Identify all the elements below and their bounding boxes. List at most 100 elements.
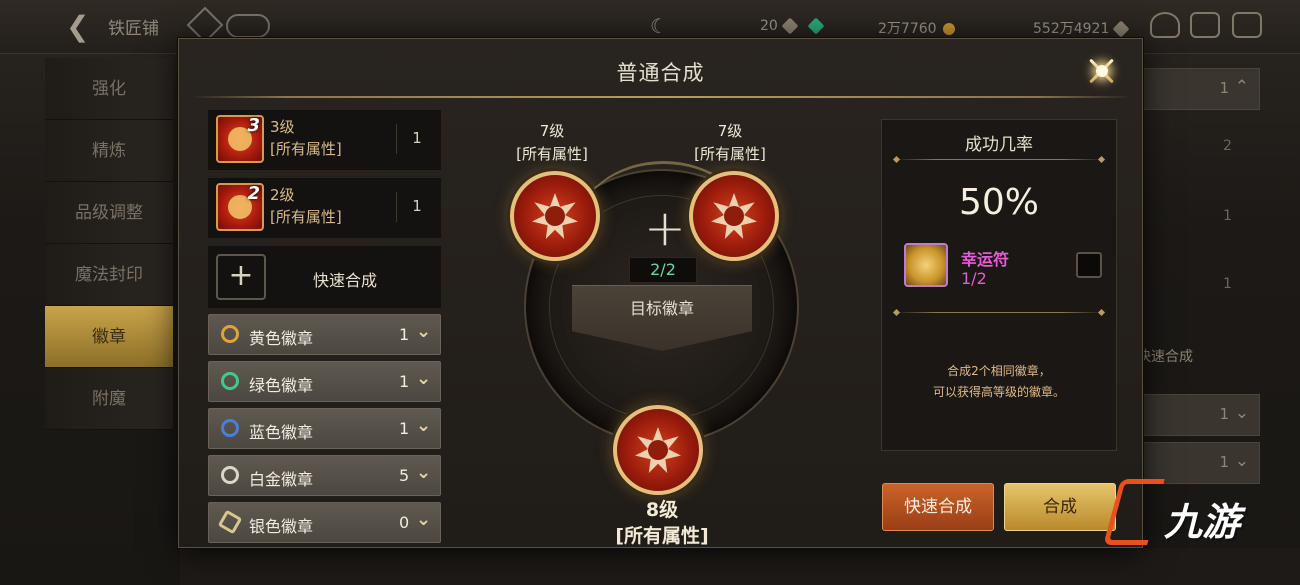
- badge-filter-name: 蓝色徽章: [249, 423, 314, 442]
- currency-1: 20: [760, 17, 825, 35]
- logo-mark-icon: [1103, 479, 1165, 545]
- divider: [396, 192, 397, 222]
- currency-1-value: 20: [760, 18, 778, 34]
- slot-right-label: 7级 [所有属性]: [670, 120, 790, 166]
- chat-bubble-icon[interactable]: [1232, 12, 1262, 38]
- hexagon-icon: [217, 509, 243, 535]
- yellow-circle-icon: [221, 325, 239, 343]
- moon-icon: ☾: [650, 14, 668, 38]
- result-label: 8级 [所有属性]: [599, 497, 725, 549]
- slot-progress: 2/2: [629, 257, 697, 283]
- badge-filter-name: 银色徽章: [249, 517, 314, 536]
- gem-icon: [781, 17, 799, 35]
- badge-filter-count: 1: [399, 419, 410, 438]
- side-item-enhance[interactable]: 强化: [45, 58, 173, 120]
- quick-compose-label: 快速合成: [313, 271, 378, 290]
- result-level: 8级: [645, 499, 679, 521]
- slot-left-attr: [所有属性]: [516, 145, 588, 163]
- page-title: 铁匠铺: [108, 19, 159, 39]
- white-circle-icon: [221, 466, 239, 484]
- side-item-grade[interactable]: 品级调整: [45, 182, 173, 244]
- plus-icon: +: [644, 199, 686, 257]
- material-row[interactable]: 3 3级 [所有属性] 1: [208, 110, 441, 170]
- currency-3-value: 552万4921: [1033, 21, 1110, 37]
- material-text: 3级 [所有属性]: [270, 116, 342, 160]
- material-slot-right[interactable]: [689, 171, 779, 261]
- material-row[interactable]: 2 2级 [所有属性] 1: [208, 178, 441, 238]
- back-arrow-icon[interactable]: ❮: [66, 10, 89, 43]
- compose-area: 7级 [所有属性] 7级 [所有属性] + 2/2 目标徽章 8级 [所有属性]: [459, 109, 904, 547]
- side-item-seal[interactable]: 魔法封印: [45, 244, 173, 306]
- quick-compose-row[interactable]: + 快速合成: [208, 246, 441, 308]
- currency-2-value: 2万7760: [878, 21, 937, 37]
- luck-charm-name: 幸运符: [961, 250, 1010, 269]
- success-rate-value: 50%: [958, 182, 1039, 223]
- divider: [396, 124, 397, 154]
- success-rate-panel: 成功几率 50% 幸运符 1/2 合成2个相同徽章， 可以获得高等级的徽章。: [881, 119, 1117, 451]
- compose-button[interactable]: 合成: [1004, 483, 1116, 531]
- badge-item-icon: 2: [216, 183, 264, 231]
- gem-icon: [1112, 20, 1130, 38]
- close-glow: [1096, 65, 1108, 77]
- bg-dropdown-value: 1: [1219, 405, 1229, 423]
- material-text: 2级 [所有属性]: [270, 184, 342, 228]
- rate-title: 成功几率: [965, 135, 1033, 155]
- modal-title: 普通合成: [616, 61, 705, 85]
- compose-description: 合成2个相同徽章， 可以获得高等级的徽章。: [882, 361, 1116, 403]
- bg-dropdown-value: 1: [1219, 453, 1229, 471]
- watermark-logo: 九游: [1103, 475, 1282, 555]
- divider: [894, 159, 1104, 160]
- currency-3: 552万4921: [1033, 18, 1130, 38]
- item-level-badge: 2: [247, 183, 260, 204]
- luck-charm-checkbox[interactable]: [1076, 252, 1102, 278]
- slot-right-attr: [所有属性]: [694, 145, 766, 163]
- divider: [894, 312, 1104, 313]
- material-level: 2级: [270, 186, 295, 204]
- material-attr: [所有属性]: [270, 208, 342, 226]
- material-count: 1: [412, 197, 422, 215]
- watermark-text: 九游: [1164, 500, 1241, 544]
- top-dropdown-value: 1: [1219, 79, 1229, 97]
- badge-filter-green[interactable]: 绿色徽章 1 ⌄: [208, 361, 441, 402]
- blue-circle-icon: [221, 419, 239, 437]
- side-item-enchant[interactable]: 附魔: [45, 368, 173, 430]
- material-count: 1: [412, 129, 422, 147]
- luck-charm-count: 1/2: [961, 269, 987, 288]
- badge-filter-count: 5: [399, 466, 410, 485]
- material-level: 3级: [270, 118, 295, 136]
- badge-filter-yellow[interactable]: 黄色徽章 1 ⌄: [208, 314, 441, 355]
- bg-row-value: 1: [1223, 208, 1232, 224]
- badge-filter-name: 黄色徽章: [249, 329, 314, 348]
- badge-filter-count: 1: [399, 372, 410, 391]
- target-badge-label: 目标徽章: [629, 299, 694, 318]
- quick-compose-button[interactable]: 快速合成: [882, 483, 994, 531]
- bg-quick-compose[interactable]: 快速合成: [1137, 346, 1193, 366]
- chevron-down-icon: ⌄: [416, 321, 432, 342]
- chevron-down-icon: ⌄: [416, 368, 432, 389]
- chevron-down-icon: ⌄: [416, 462, 432, 483]
- mail-icon[interactable]: [1190, 12, 1220, 38]
- slot-right-level: 7级: [717, 122, 743, 140]
- plus-icon[interactable]: +: [216, 254, 266, 300]
- material-slot-left[interactable]: [510, 171, 600, 261]
- close-button[interactable]: [1081, 51, 1123, 91]
- chevron-up-icon: ⌃: [1234, 77, 1249, 97]
- chat-icon[interactable]: [226, 14, 270, 38]
- side-item-refine[interactable]: 精炼: [45, 120, 173, 182]
- chevron-down-icon: ⌄: [1234, 451, 1249, 471]
- side-menu: 强化 精炼 品级调整 魔法封印 徽章 附魔: [45, 58, 173, 430]
- bag-icon[interactable]: [1150, 12, 1180, 38]
- side-item-badge[interactable]: 徽章: [45, 306, 173, 368]
- badge-item-icon: 3: [216, 115, 264, 163]
- badge-filter-platinum[interactable]: 白金徽章 5 ⌄: [208, 455, 441, 496]
- badge-filter-blue[interactable]: 蓝色徽章 1 ⌄: [208, 408, 441, 449]
- result-attr: [所有属性]: [615, 525, 709, 547]
- material-list: 3 3级 [所有属性] 1 2 2级 [所有属性] 1 + 快速合成 黄色徽章 …: [208, 110, 441, 549]
- desc-line: 合成2个相同徽章，: [947, 364, 1051, 378]
- slot-left-label: 7级 [所有属性]: [492, 120, 612, 166]
- desc-line: 可以获得高等级的徽章。: [932, 385, 1065, 399]
- badge-filter-silver[interactable]: 银色徽章 0 ⌄: [208, 502, 441, 543]
- slot-left-level: 7级: [539, 122, 565, 140]
- bg-row-value: 2: [1223, 138, 1232, 154]
- gold-coin-icon: [940, 20, 958, 38]
